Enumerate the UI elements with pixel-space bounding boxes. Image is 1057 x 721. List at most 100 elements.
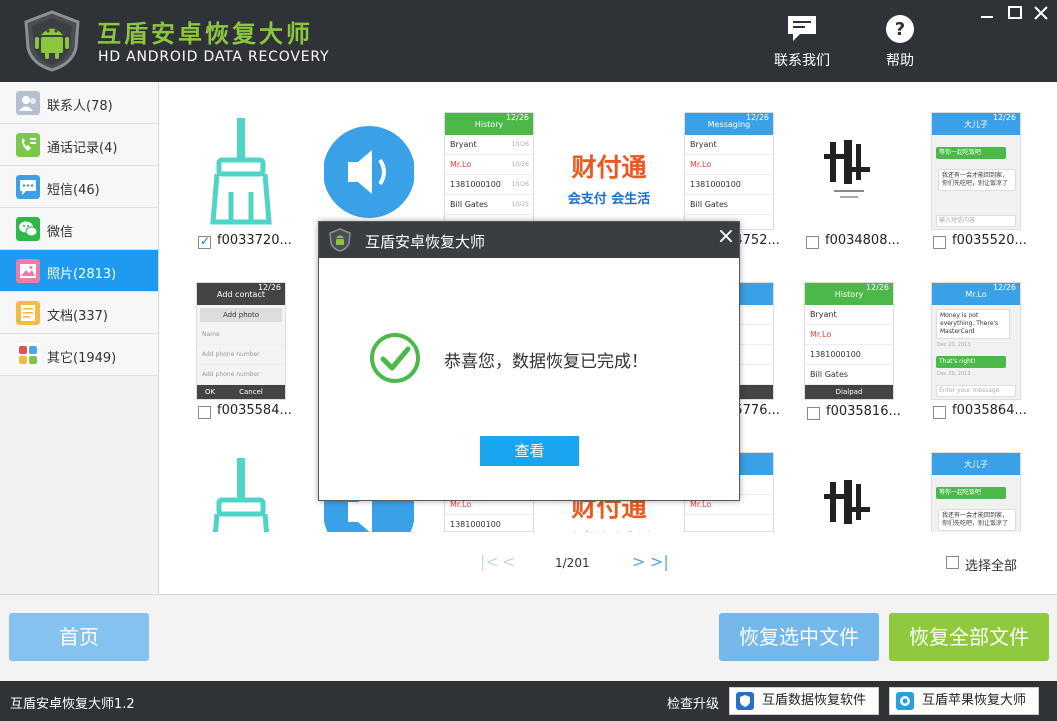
apple-recovery-icon [896, 692, 914, 710]
chat-bar: 12/26 大儿子 [932, 113, 1020, 135]
photo-checkbox[interactable] [933, 406, 946, 419]
photo-checkbox[interactable] [807, 407, 820, 420]
recover-selected-button[interactable]: 恢复选中文件 [719, 613, 879, 661]
message-sender: Mr.Lo [690, 500, 712, 509]
photo-thumb[interactable] [804, 452, 894, 532]
photo-icon [16, 259, 40, 283]
photo-checkbox[interactable] [933, 236, 946, 249]
message-row: 1381000100 [685, 175, 773, 195]
contact-us-label: 联系我们 [774, 53, 830, 69]
sidebar-item-documents[interactable]: 文档(337) [0, 292, 158, 334]
photo-thumb[interactable]: 12/26 Messaging Bryant Mr.Lo 1381000100 … [684, 112, 780, 249]
calligraphy-image [804, 452, 894, 532]
call-name: Mr.Lo [810, 330, 832, 339]
sidebar-item-label: 照片(2813) [47, 267, 117, 282]
sidebar-item-sms[interactable]: 短信(46) [0, 166, 158, 208]
call-row: 1381000100 10/26 [445, 175, 533, 195]
call-name: Bill Gates [450, 200, 489, 209]
photo-thumb[interactable] [196, 452, 286, 532]
minimize-icon[interactable] [977, 3, 997, 23]
action-bar: 首页 恢复选中文件 恢复全部文件 [0, 594, 1057, 681]
chat-bubble: Money is not everything. There's MasterC… [936, 309, 1010, 339]
chat-bubble: 等你一起吃饭吧 [936, 487, 1006, 499]
phone-title: Messaging [707, 120, 751, 129]
success-check-icon [370, 333, 420, 383]
history-screenshot[interactable]: 12/26 History Bryant Mr.Lo 1381000100 Bi… [804, 282, 901, 420]
call-name: 1381000100 [450, 520, 501, 529]
sidebar-item-wechat[interactable]: 微信 [0, 208, 158, 250]
call-row: 1381000100 [445, 515, 533, 531]
recover-all-button[interactable]: 恢复全部文件 [889, 613, 1049, 661]
photo-checkbox[interactable] [198, 406, 211, 419]
help-icon: ? [886, 15, 914, 43]
contact-field: Add phone number [197, 365, 285, 385]
sidebar-item-label: 短信(46) [47, 183, 100, 198]
call-date: 10/25 [511, 201, 529, 208]
next-page-icon[interactable]: > [632, 554, 645, 570]
other-icon [16, 343, 40, 367]
select-all-checkbox[interactable] [946, 556, 959, 569]
photo-filename: f0033720... [217, 233, 292, 248]
sms-icon [16, 175, 40, 199]
message-sender: Mr.Lo [690, 160, 712, 169]
photo-thumb[interactable]: 12/26 Mr.Lo Money is not everything. The… [931, 282, 1027, 419]
android-shield-logo-icon [24, 10, 80, 72]
app-header: 互盾安卓恢复大师 HD ANDROID DATA RECOVERY 联系我们 ?… [0, 0, 1057, 82]
call-row: Mr.Lo 10/26 [445, 155, 533, 175]
photo-filename: f0035520... [952, 233, 1027, 248]
photo-thumb[interactable]: f0034808... [804, 112, 900, 249]
check-update-link[interactable]: 检查升级 [667, 693, 719, 712]
recovery-complete-dialog: 互盾安卓恢复大师 × 恭喜您，数据恢复已完成！ 查看 [318, 221, 740, 501]
message-sender: Bryant [690, 140, 717, 149]
apple-recovery-button[interactable]: 互盾苹果恢复大师 [889, 687, 1039, 715]
chat-date: Dec 20, 2013 [937, 371, 971, 377]
prev-page-icon[interactable]: < [502, 554, 515, 570]
chat-date: Dec 20, 2013 [937, 342, 971, 348]
contact-us-button[interactable]: 联系我们 [767, 14, 837, 70]
sidebar-item-contacts[interactable]: 联系人(78) [0, 82, 158, 124]
photo-thumb[interactable]: 大儿子 等你一起吃饭吧 我还有一会才能回到家，你们先吃吧，别让饭凉了 [931, 452, 1021, 532]
data-recovery-software-button[interactable]: 互盾数据恢复软件 [729, 687, 879, 715]
chat-screenshot: 大儿子 等你一起吃饭吧 我还有一会才能回到家，你们先吃吧，别让饭凉了 [931, 452, 1021, 532]
home-button[interactable]: 首页 [9, 613, 149, 661]
sidebar-item-call-log[interactable]: 通话记录(4) [0, 124, 158, 166]
cleaner-brush-image [196, 112, 286, 230]
photo-checkbox[interactable] [806, 236, 819, 249]
page-indicator: 1/201 [555, 556, 590, 570]
photo-thumb[interactable]: f0033720... [196, 112, 292, 249]
call-row: Bill Gates [805, 365, 893, 385]
chat-input: 输入短信内容 [936, 215, 1016, 227]
photo-thumb[interactable]: 12/26 大儿子 等你一起吃饭吧 我还有一会才能回到家，你们先吃吧，别让饭凉了… [931, 112, 1027, 249]
last-page-icon[interactable]: >| [650, 554, 669, 570]
history-screenshot[interactable]: 12/26 History Bryant 10/26 Mr.Lo 10/26 138… [444, 112, 534, 230]
close-window-icon[interactable] [1031, 3, 1051, 23]
select-all-label[interactable]: 选择全部 [965, 555, 1017, 574]
call-log-icon [16, 133, 40, 157]
dialog-title: 互盾安卓恢复大师 [365, 233, 486, 251]
call-name: Bryant [810, 310, 837, 319]
sidebar-item-photos[interactable]: 照片(2813) [0, 250, 158, 292]
app-subtitle: HD ANDROID DATA RECOVERY [98, 49, 330, 65]
sidebar-item-other[interactable]: 其它(1949) [0, 334, 158, 376]
dialog-message: 恭喜您，数据恢复已完成！ [444, 352, 648, 372]
help-button[interactable]: ? 帮助 [865, 14, 935, 70]
call-row: Bryant 10/26 [445, 135, 533, 155]
photo-thumb[interactable]: 12/26 Add contact Add photo Name Add pho… [196, 282, 292, 419]
contact-field: Add phone number [197, 345, 285, 365]
photo-thumb[interactable] [324, 112, 414, 232]
chat-bar: 大儿子 [932, 453, 1020, 475]
view-button[interactable]: 查看 [480, 436, 579, 466]
phone-title: 大儿子 [964, 120, 988, 129]
contacts-icon [16, 91, 40, 115]
maximize-icon[interactable] [1005, 3, 1025, 23]
close-icon[interactable]: × [715, 226, 737, 248]
add-photo-label: Add photo [200, 308, 282, 322]
photo-checkbox[interactable] [198, 234, 211, 249]
phone-title: History [834, 290, 864, 299]
first-page-icon[interactable]: |< [480, 554, 499, 570]
photo-filename: f0035584... [217, 403, 292, 418]
call-date: 10/26 [511, 141, 529, 148]
version-label: 互盾安卓恢复大师1.2 [10, 697, 135, 712]
cleaner-brush-image [196, 452, 286, 532]
photo-thumb[interactable]: 财付通 会支付 会生活 [564, 112, 654, 232]
